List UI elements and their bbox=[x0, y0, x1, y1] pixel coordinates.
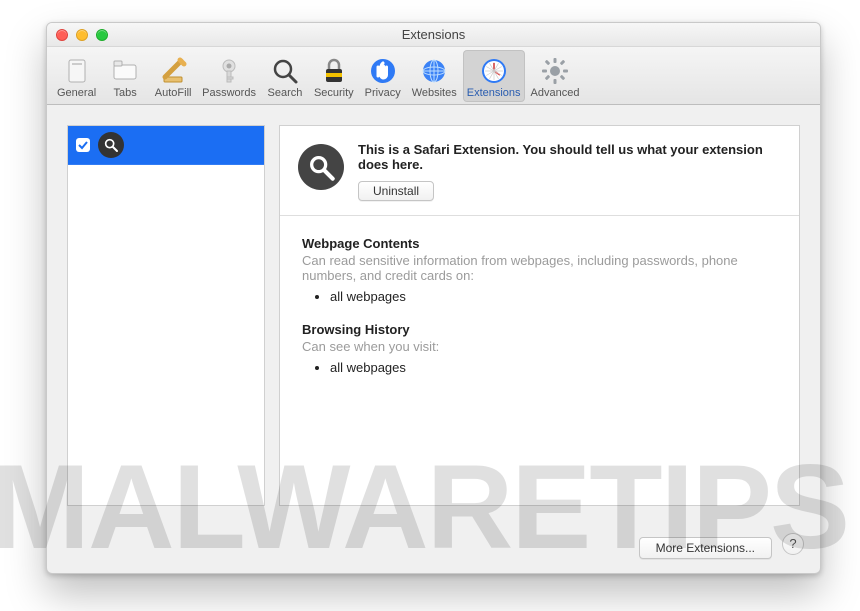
more-extensions-button[interactable]: More Extensions... bbox=[639, 537, 772, 559]
window-title: Extensions bbox=[47, 27, 820, 42]
section-title: Browsing History bbox=[302, 322, 777, 337]
privacy-icon bbox=[369, 57, 397, 85]
search-icon bbox=[271, 57, 299, 85]
extension-enable-checkbox[interactable] bbox=[76, 138, 90, 152]
permission-section: Webpage Contents Can read sensitive info… bbox=[302, 236, 777, 304]
tab-label: Security bbox=[314, 87, 354, 99]
close-icon[interactable] bbox=[56, 29, 68, 41]
extensions-sidebar bbox=[67, 125, 265, 506]
permissions-body: Webpage Contents Can read sensitive info… bbox=[280, 216, 799, 413]
tab-general[interactable]: General bbox=[53, 50, 100, 102]
tab-tabs[interactable]: Tabs bbox=[102, 50, 148, 102]
passwords-icon bbox=[215, 57, 243, 85]
extensions-icon bbox=[480, 57, 508, 85]
general-icon bbox=[63, 57, 91, 85]
tab-label: Extensions bbox=[467, 87, 521, 99]
footer-bar: More Extensions... ? bbox=[47, 518, 820, 573]
extension-icon bbox=[98, 132, 124, 158]
titlebar: Extensions bbox=[47, 23, 820, 47]
section-bullets: all webpages bbox=[302, 360, 777, 375]
section-title: Webpage Contents bbox=[302, 236, 777, 251]
minimize-icon[interactable] bbox=[76, 29, 88, 41]
tab-label: Tabs bbox=[114, 87, 137, 99]
detail-header: This is a Safari Extension. You should t… bbox=[280, 126, 799, 216]
tabs-icon bbox=[111, 57, 139, 85]
section-subtitle: Can read sensitive information from webp… bbox=[302, 253, 777, 283]
content-area: This is a Safari Extension. You should t… bbox=[47, 105, 820, 518]
tab-passwords[interactable]: Passwords bbox=[198, 50, 260, 102]
section-bullets: all webpages bbox=[302, 289, 777, 304]
tab-autofill[interactable]: AutoFill bbox=[150, 50, 196, 102]
autofill-icon bbox=[159, 57, 187, 85]
pref-toolbar: General Tabs AutoFill Passwords Search bbox=[47, 47, 820, 105]
uninstall-button[interactable]: Uninstall bbox=[358, 181, 434, 201]
tab-extensions[interactable]: Extensions bbox=[463, 50, 525, 102]
tab-label: Websites bbox=[412, 87, 457, 99]
websites-icon bbox=[420, 57, 448, 85]
tab-label: Search bbox=[268, 87, 303, 99]
extension-detail-pane: This is a Safari Extension. You should t… bbox=[279, 125, 800, 506]
window-controls bbox=[56, 29, 108, 41]
extension-large-icon bbox=[298, 144, 344, 190]
tab-search[interactable]: Search bbox=[262, 50, 308, 102]
tab-label: Advanced bbox=[531, 87, 580, 99]
preferences-window: Extensions General Tabs AutoFill Passwor… bbox=[46, 22, 821, 574]
tab-label: Privacy bbox=[365, 87, 401, 99]
detail-header-text: This is a Safari Extension. You should t… bbox=[358, 142, 781, 201]
security-icon bbox=[320, 57, 348, 85]
tab-websites[interactable]: Websites bbox=[408, 50, 461, 102]
tab-label: AutoFill bbox=[155, 87, 192, 99]
section-subtitle: Can see when you visit: bbox=[302, 339, 777, 354]
fullscreen-icon[interactable] bbox=[96, 29, 108, 41]
tab-privacy[interactable]: Privacy bbox=[360, 50, 406, 102]
tab-label: Passwords bbox=[202, 87, 256, 99]
help-button[interactable]: ? bbox=[782, 533, 804, 555]
tab-advanced[interactable]: Advanced bbox=[527, 50, 584, 102]
permission-section: Browsing History Can see when you visit:… bbox=[302, 322, 777, 375]
sidebar-item-extension[interactable] bbox=[68, 126, 264, 165]
tab-label: General bbox=[57, 87, 96, 99]
tab-security[interactable]: Security bbox=[310, 50, 358, 102]
advanced-icon bbox=[541, 57, 569, 85]
bullet-item: all webpages bbox=[330, 360, 777, 375]
bullet-item: all webpages bbox=[330, 289, 777, 304]
extension-description: This is a Safari Extension. You should t… bbox=[358, 142, 763, 172]
